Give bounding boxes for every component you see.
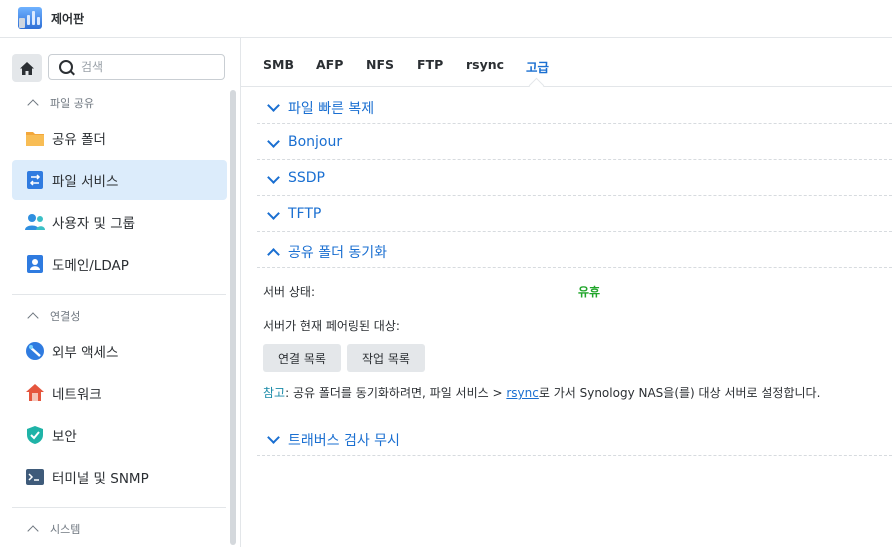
file-services-icon xyxy=(24,169,46,191)
chevron-down-icon xyxy=(267,207,280,220)
home-button[interactable] xyxy=(12,54,42,82)
terminal-icon xyxy=(24,466,46,488)
accordion-bonjour[interactable]: Bonjour xyxy=(257,128,892,160)
domain-icon xyxy=(24,253,46,275)
tab-ftp[interactable]: FTP xyxy=(417,57,443,72)
note-label: 참고 xyxy=(263,386,286,400)
sidebar-item-security[interactable]: 보안 xyxy=(12,415,227,455)
sidebar-item-users-groups[interactable]: 사용자 및 그룹 xyxy=(12,202,227,242)
home-icon xyxy=(20,61,34,75)
chevron-down-icon xyxy=(267,431,280,444)
section-system[interactable]: 시스템 xyxy=(26,521,80,537)
sidebar-item-terminal-snmp[interactable]: 터미널 및 SNMP xyxy=(12,457,227,497)
tab-afp[interactable]: AFP xyxy=(316,57,343,72)
task-list-button[interactable]: 작업 목록 xyxy=(347,344,425,372)
server-status-label: 서버 상태: xyxy=(263,285,316,299)
section-connectivity[interactable]: 연결성 xyxy=(26,308,80,324)
active-tab-indicator xyxy=(528,77,545,94)
accordion-fast-clone[interactable]: 파일 빠른 복제 xyxy=(257,92,892,124)
section-label: 시스템 xyxy=(50,523,81,536)
users-icon xyxy=(24,211,46,233)
sidebar-scrollbar[interactable] xyxy=(230,90,236,545)
shield-icon xyxy=(24,424,46,446)
accordion-ssdp[interactable]: SSDP xyxy=(257,164,892,196)
section-label: 연결성 xyxy=(50,310,81,323)
window-title: 제어판 xyxy=(51,12,85,26)
sync-note: 참고: 공유 폴더를 동기화하려면, 파일 서비스 > rsync로 가서 Sy… xyxy=(263,384,820,401)
paired-target-label: 서버가 현재 페어링된 대상: xyxy=(263,319,400,333)
note-suffix: 로 가서 Synology NAS을(를) 대상 서버로 설정합니다. xyxy=(538,386,821,400)
chevron-down-icon xyxy=(267,135,280,148)
external-access-icon xyxy=(24,340,46,362)
network-icon xyxy=(24,382,46,404)
rsync-link[interactable]: rsync xyxy=(506,386,539,400)
title-bar: 제어판 xyxy=(0,0,892,38)
tab-advanced[interactable]: 고급 xyxy=(526,57,549,76)
server-status-value: 유휴 xyxy=(578,285,601,299)
tab-bar: SMB AFP NFS FTP rsync 고급 xyxy=(241,38,892,94)
search-input[interactable] xyxy=(81,58,216,76)
sidebar-item-shared-folder[interactable]: 공유 폴더 xyxy=(12,118,227,158)
sidebar-item-network[interactable]: 네트워크 xyxy=(12,373,227,413)
search-box[interactable] xyxy=(48,54,225,80)
sidebar-item-external-access[interactable]: 외부 액세스 xyxy=(12,331,227,371)
chevron-up-icon xyxy=(27,525,39,537)
control-panel-app-icon xyxy=(18,7,42,29)
chevron-up-icon xyxy=(27,99,39,111)
connection-list-button[interactable]: 연결 목록 xyxy=(263,344,341,372)
sidebar-divider xyxy=(12,507,226,508)
chevron-down-icon xyxy=(267,99,280,112)
sidebar-divider xyxy=(12,294,226,295)
chevron-up-icon xyxy=(27,312,39,324)
tab-smb[interactable]: SMB xyxy=(263,57,294,72)
tab-nfs[interactable]: NFS xyxy=(366,57,394,72)
folder-icon xyxy=(24,127,46,149)
sidebar-item-file-services[interactable]: 파일 서비스 xyxy=(12,160,227,200)
main-panel: SMB AFP NFS FTP rsync 고급 파일 빠른 복제 Bonjou… xyxy=(241,38,892,547)
search-icon xyxy=(59,60,73,74)
accordion-tftp[interactable]: TFTP xyxy=(257,200,892,232)
section-label: 파일 공유 xyxy=(50,97,94,110)
tab-rsync[interactable]: rsync xyxy=(466,57,504,72)
chevron-up-icon xyxy=(267,248,280,261)
chevron-down-icon xyxy=(267,171,280,184)
section-file-sharing[interactable]: 파일 공유 xyxy=(26,95,94,111)
accordion-shared-folder-sync[interactable]: 공유 폴더 동기화 xyxy=(257,236,892,268)
note-prefix: : 공유 폴더를 동기화하려면, 파일 서비스 > xyxy=(285,386,507,400)
sidebar: 파일 공유 공유 폴더 파일 서비스 사용자 및 그룹 도메인/LDAP 연결성 xyxy=(0,38,241,547)
sidebar-item-domain-ldap[interactable]: 도메인/LDAP xyxy=(12,244,227,284)
accordion-traverse-check[interactable]: 트래버스 검사 무시 xyxy=(257,424,892,456)
